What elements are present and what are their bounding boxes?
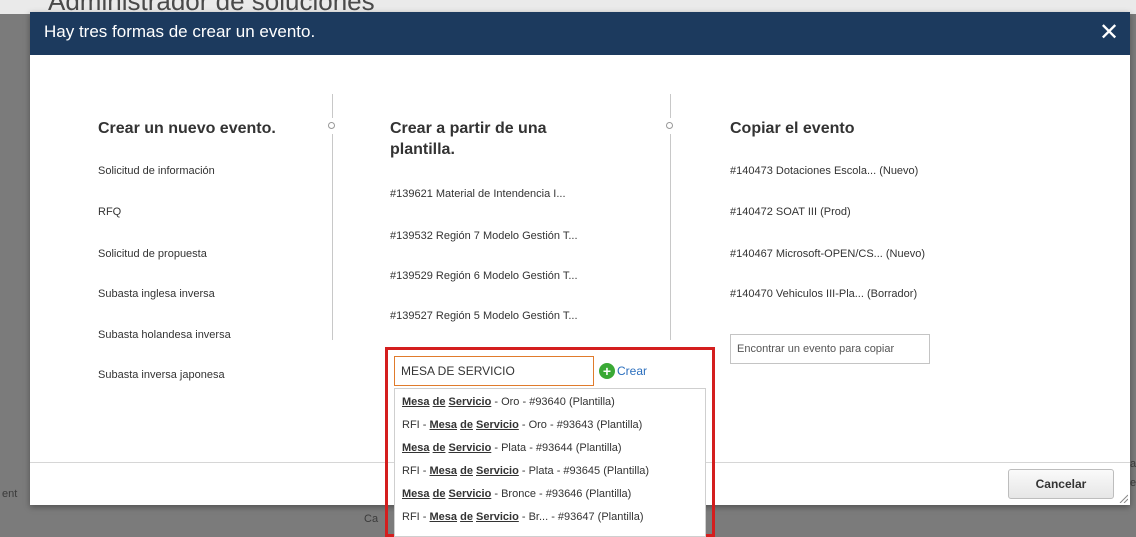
from-template-title-line2: plantilla. [390, 141, 455, 158]
suggestion-match-word: Mesa [402, 442, 430, 454]
template-item-139529[interactable]: #139529 Región 6 Modelo Gestión T... [390, 270, 578, 282]
column-divider-bottom-2 [670, 134, 671, 340]
copy-event-item-140470[interactable]: #140470 Vehiculos III-Pla... (Borrador) [730, 288, 917, 300]
dialog-header: Hay tres formas de crear un evento. ✕ [30, 12, 1130, 55]
suggestion-suffix: - Oro - #93643 (Plantilla) [518, 419, 643, 431]
suggestion-match-word: Mesa [429, 465, 458, 477]
suggestion-prefix: RFI - [402, 419, 430, 431]
resize-grip-icon[interactable] [1118, 493, 1128, 503]
create-label: Crear [617, 363, 648, 378]
suggestion-suffix: - Bronce - #93646 (Plantilla) [491, 488, 632, 500]
template-item-139527[interactable]: #139527 Región 5 Modelo Gestión T... [390, 310, 578, 322]
column-divider-bottom-1 [332, 134, 333, 340]
suggestion-item[interactable]: Mesa de Servicio - Bronce - #93646 (Plan… [402, 488, 631, 500]
background-text-left: ent [2, 488, 18, 500]
suggestion-match-word: de [460, 511, 473, 523]
suggestion-match-word: Mesa [402, 396, 430, 408]
new-event-option-dutch-reverse-auction[interactable]: Subasta holandesa inversa [98, 329, 231, 341]
plus-circle-icon: + [599, 362, 615, 379]
suggestion-suffix: - Plata - #93645 (Plantilla) [518, 465, 650, 477]
suggestion-prefix: RFI - [402, 511, 430, 523]
template-item-139532[interactable]: #139532 Región 7 Modelo Gestión T... [390, 230, 578, 242]
template-search-input[interactable] [394, 356, 594, 386]
copy-event-title: Copiar el evento [730, 120, 855, 137]
template-item-139621[interactable]: #139621 Material de Intendencia I... [390, 188, 566, 200]
background-text-right-2: e [1130, 477, 1136, 489]
column-divider-top-1 [332, 94, 333, 118]
new-event-option-japanese-reverse-auction[interactable]: Subasta inversa japonesa [98, 369, 225, 381]
suggestion-match-word: Mesa [429, 511, 458, 523]
copy-event-item-140467[interactable]: #140467 Microsoft-OPEN/CS... (Nuevo) [730, 248, 925, 260]
copy-event-item-140472[interactable]: #140472 SOAT III (Prod) [730, 206, 851, 218]
column-divider-dot-1 [328, 122, 335, 129]
suggestion-match-word: de [460, 419, 473, 431]
suggestion-suffix: - Plata - #93644 (Plantilla) [491, 442, 622, 454]
template-suggestions-dropdown: Mesa de Servicio - Oro - #93640 (Plantil… [394, 388, 706, 537]
background-text-right: a [1130, 458, 1136, 470]
suggestion-item[interactable]: RFI - Mesa de Servicio - Plata - #93645 … [402, 465, 649, 477]
suggestion-suffix: - Br... - #93647 (Plantilla) [518, 511, 644, 523]
create-template-link[interactable]: + Crear [599, 362, 647, 380]
suggestion-item[interactable]: Mesa de Servicio - Plata - #93644 (Plant… [402, 442, 622, 454]
from-template-title-line1: Crear a partir de una [390, 120, 547, 137]
suggestion-match-word: Servicio [448, 396, 492, 408]
suggestion-item[interactable]: Mesa de Servicio - Oro - #93640 (Plantil… [402, 396, 615, 408]
cancel-button[interactable]: Cancelar [1008, 469, 1114, 499]
copy-event-item-140473[interactable]: #140473 Dotaciones Escola... (Nuevo) [730, 165, 918, 177]
suggestion-item[interactable]: RFI - Mesa de Servicio - Br... - #93647 … [402, 511, 644, 523]
from-template-title: Crear a partir de una plantilla. [390, 118, 547, 160]
suggestion-match-word: Servicio [448, 442, 492, 454]
suggestion-match-word: de [460, 465, 473, 477]
column-divider-top-2 [670, 94, 671, 118]
suggestion-match-word: Mesa [429, 419, 458, 431]
suggestion-match-word: de [432, 442, 446, 454]
close-icon[interactable]: ✕ [1094, 18, 1124, 48]
new-event-option-information-request[interactable]: Solicitud de información [98, 165, 215, 177]
suggestion-match-word: Servicio [476, 511, 519, 523]
suggestion-item[interactable]: RFI - Mesa de Servicio - Oro - #93643 (P… [402, 419, 642, 431]
find-event-to-copy-input[interactable] [730, 334, 930, 364]
new-event-option-rfq[interactable]: RFQ [98, 206, 121, 218]
column-divider-dot-2 [666, 122, 673, 129]
suggestion-match-word: Mesa [402, 488, 430, 500]
background-text-bottom: Ca [364, 513, 379, 525]
new-event-option-english-reverse-auction[interactable]: Subasta inglesa inversa [98, 288, 215, 300]
suggestion-match-word: de [432, 396, 446, 408]
suggestion-suffix: - Oro - #93640 (Plantilla) [491, 396, 615, 408]
new-event-option-proposal-request[interactable]: Solicitud de propuesta [98, 248, 207, 260]
new-event-title: Crear un nuevo evento. [98, 120, 276, 137]
suggestion-match-word: Servicio [448, 488, 492, 500]
suggestion-match-word: Servicio [476, 419, 519, 431]
suggestion-match-word: Servicio [476, 465, 519, 477]
suggestion-prefix: RFI - [402, 465, 430, 477]
dialog-title: Hay tres formas de crear un evento. [44, 22, 316, 41]
suggestion-match-word: de [432, 488, 446, 500]
